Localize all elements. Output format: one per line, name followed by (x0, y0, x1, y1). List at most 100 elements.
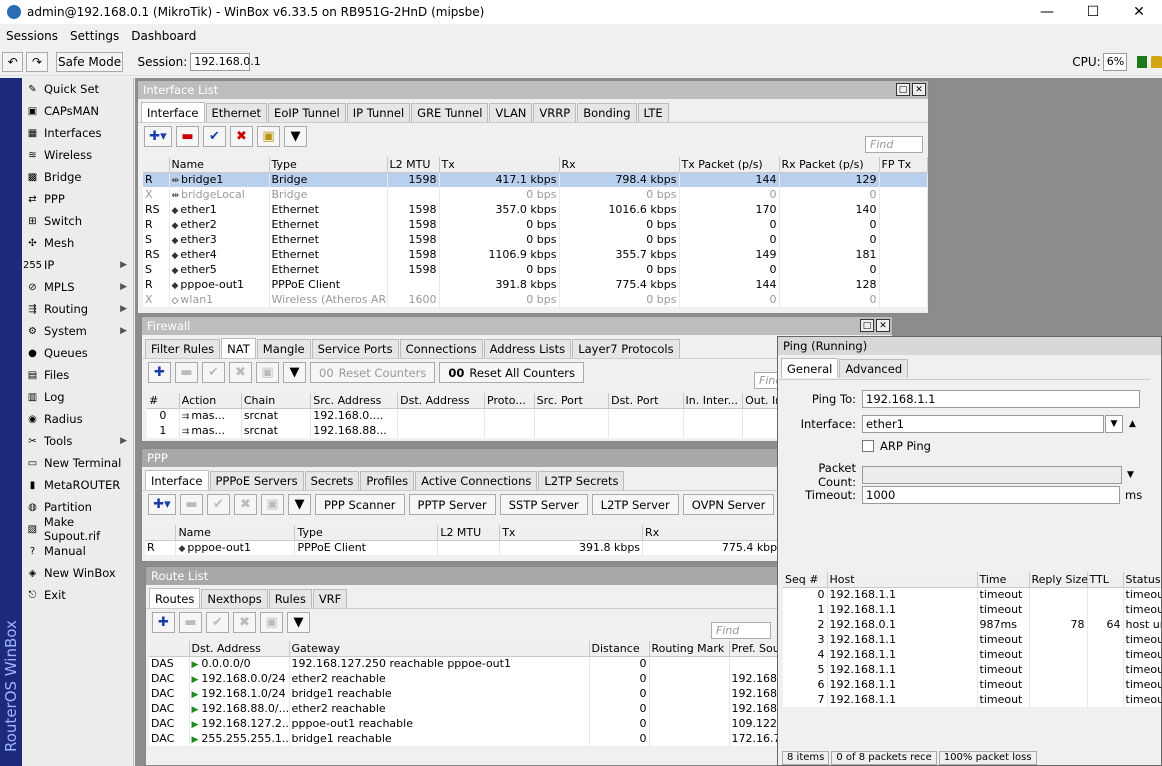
tab-l2tp-secrets[interactable]: L2TP Secrets (538, 471, 625, 490)
sidebar-item-mesh[interactable]: ✣ Mesh (22, 232, 133, 254)
remove-button[interactable]: ▬ (175, 362, 198, 383)
disable-button[interactable]: ✖ (230, 126, 253, 147)
add-button[interactable]: ✚▾ (144, 126, 172, 147)
pptp-server-button[interactable]: PPTP Server (408, 494, 496, 515)
sidebar-item-manual[interactable]: ? Manual (22, 540, 133, 562)
sidebar-item-interfaces[interactable]: ▦ Interfaces (22, 122, 133, 144)
tab-eoip-tunnel[interactable]: EoIP Tunnel (268, 103, 346, 122)
sidebar-item-make-supout-rif[interactable]: ▧ Make Supout.rif (22, 515, 133, 543)
column-header-dst-address[interactable]: Dst. Address (189, 641, 290, 657)
column-header-tx[interactable]: Tx (499, 525, 644, 541)
sidebar-item-log[interactable]: ▥ Log (22, 386, 133, 408)
menu-sessions[interactable]: Sessions (0, 29, 64, 43)
column-header-l2-mtu[interactable]: L2 MTU (387, 157, 440, 173)
tab-pppoe-servers[interactable]: PPPoE Servers (209, 471, 304, 490)
column-header-rx[interactable]: Rx (642, 525, 786, 541)
sidebar-item-ip[interactable]: 255 IP ▶ (22, 254, 133, 276)
sidebar-item-new-terminal[interactable]: ▭ New Terminal (22, 452, 133, 474)
tab-lte[interactable]: LTE (637, 103, 669, 122)
comment-button[interactable]: ▣ (261, 494, 284, 515)
table-row[interactable]: 0192.168.1.1timeouttimeout (783, 587, 1161, 602)
column-header-l2-mtu[interactable]: L2 MTU (437, 525, 501, 541)
remove-button[interactable]: ▬ (179, 612, 202, 633)
column-header-action[interactable]: Action (179, 393, 242, 409)
tab-ethernet[interactable]: Ethernet (205, 103, 268, 122)
table-row[interactable]: DAC ▶ 192.168.0.0/24 ether2 reachable 0 192.1… (149, 671, 850, 686)
add-button[interactable]: ✚ (148, 362, 171, 383)
dropdown-icon[interactable]: ▼ (1105, 415, 1123, 433)
dropdown-icon[interactable]: ▼ (1127, 470, 1134, 480)
tab-nexthops[interactable]: Nexthops (201, 589, 268, 608)
column-header-reply-size[interactable]: Reply Size (1029, 572, 1088, 588)
filter-button[interactable]: ▼ (287, 612, 310, 633)
remove-button[interactable]: ▬ (176, 126, 199, 147)
table-row[interactable]: 1192.168.1.1timeouttimeout (783, 602, 1161, 617)
column-header-type[interactable]: Type (269, 157, 388, 173)
table-row[interactable]: R ⇹ bridge1 Bridge 1598 417.1 kbps 798.4 kbps 1… (143, 172, 928, 187)
menu-settings[interactable]: Settings (64, 29, 125, 43)
enable-button[interactable]: ✔ (202, 362, 225, 383)
sidebar-item-new-winbox[interactable]: ◈ New WinBox (22, 562, 133, 584)
route-find-input[interactable]: Find (711, 622, 771, 639)
table-row[interactable]: DAS ▶ 0.0.0.0/0 192.168.127.250 reachable p… (149, 656, 850, 671)
tab-connections[interactable]: Connections (399, 339, 483, 358)
column-header-rx-packet-p-s[interactable]: Rx Packet (p/s) (779, 157, 880, 173)
table-row[interactable]: R ◆ ether2 Ethernet 1598 0 bps 0 bps 0 0 (143, 217, 928, 232)
column-header-ttl[interactable]: TTL (1087, 572, 1124, 588)
table-row[interactable]: DAC ▶ 255.255.255.1... bridge1 reachable 0 17… (149, 731, 850, 746)
tab-vlan[interactable]: VLAN (489, 103, 533, 122)
table-row[interactable]: 7192.168.1.1timeouttimeout (783, 692, 1161, 707)
sidebar-item-ppp[interactable]: ⇄ PPP (22, 188, 133, 210)
reset-all-counters-button[interactable]: 00 Reset All Counters (439, 362, 585, 383)
undo-button[interactable]: ↶ (2, 51, 24, 72)
interface-select[interactable]: ether1 (862, 415, 1104, 433)
comment-button[interactable]: ▣ (257, 126, 280, 147)
sidebar-item-files[interactable]: ▤ Files (22, 364, 133, 386)
safe-mode-button[interactable]: Safe Mode (55, 51, 124, 72)
sidebar-item-routing[interactable]: ⇶ Routing ▶ (22, 298, 133, 320)
column-header-name[interactable]: Name (169, 157, 270, 173)
column-header-seq[interactable]: Seq # (783, 572, 828, 588)
tab-gre-tunnel[interactable]: GRE Tunnel (411, 103, 489, 122)
column-header-gateway[interactable]: Gateway (289, 641, 590, 657)
table-row[interactable]: S ◆ ether5 Ethernet 1598 0 bps 0 bps 0 0 (143, 262, 928, 277)
sidebar-item-mpls[interactable]: ⊘ MPLS ▶ (22, 276, 133, 298)
column-header-chain[interactable]: Chain (241, 393, 312, 409)
disable-button[interactable]: ✖ (233, 612, 256, 633)
sidebar-item-quick-set[interactable]: ✎ Quick Set (22, 78, 133, 100)
tab-vrrp[interactable]: VRRP (533, 103, 577, 122)
add-button[interactable]: ✚ (152, 612, 175, 633)
sidebar-item-radius[interactable]: ◉ Radius (22, 408, 133, 430)
minimize-button[interactable]: — (1024, 0, 1070, 24)
sidebar-item-metarouter[interactable]: ▮ MetaROUTER (22, 474, 133, 496)
collapse-up-icon[interactable]: ▲ (1129, 419, 1136, 429)
enable-button[interactable]: ✔ (206, 612, 229, 633)
table-row[interactable]: DAC ▶ 192.168.127.2... pppoe-out1 reachable… (149, 716, 850, 731)
tab-active-connections[interactable]: Active Connections (415, 471, 538, 490)
tab-routes[interactable]: Routes (149, 588, 201, 608)
column-header-distance[interactable]: Distance (589, 641, 650, 657)
sidebar-item-wireless[interactable]: ≋ Wireless (22, 144, 133, 166)
tab-address-lists[interactable]: Address Lists (483, 339, 572, 358)
tab-interface[interactable]: Interface (145, 470, 209, 490)
tab-layer7-protocols[interactable]: Layer7 Protocols (572, 339, 680, 358)
ping-to-input[interactable]: 192.168.1.1 (862, 390, 1140, 408)
disable-button[interactable]: ✖ (234, 494, 257, 515)
table-row[interactable]: RS ◆ ether4 Ethernet 1598 1106.9 kbps 355.7 kb… (143, 247, 928, 262)
tab-nat[interactable]: NAT (221, 338, 256, 358)
column-header-status[interactable]: Status (1123, 572, 1161, 588)
column-header-tx-packet-p-s[interactable]: Tx Packet (p/s) (679, 157, 780, 173)
timeout-input[interactable]: 1000 (862, 486, 1120, 504)
arp-ping-checkbox[interactable] (862, 440, 874, 452)
sidebar-item-capsman[interactable]: ▣ CAPsMAN (22, 100, 133, 122)
tab-bonding[interactable]: Bonding (577, 103, 637, 122)
column-header-blank[interactable]: # (147, 393, 180, 409)
reset-counters-button[interactable]: 00 Reset Counters (310, 362, 436, 383)
tab-interface[interactable]: Interface (141, 102, 205, 122)
table-row[interactable]: R ◆ pppoe-out1 PPPoE Client 391.8 kbps 775.4 … (143, 277, 928, 292)
tab-advanced[interactable]: Advanced (839, 359, 909, 378)
table-row[interactable]: DAC ▶ 192.168.88.0/... ether2 reachable 0 192… (149, 701, 850, 716)
packet-count-input[interactable] (862, 466, 1122, 484)
tab-rules[interactable]: Rules (268, 589, 312, 608)
table-row[interactable]: 5192.168.1.1timeouttimeout (783, 662, 1161, 677)
